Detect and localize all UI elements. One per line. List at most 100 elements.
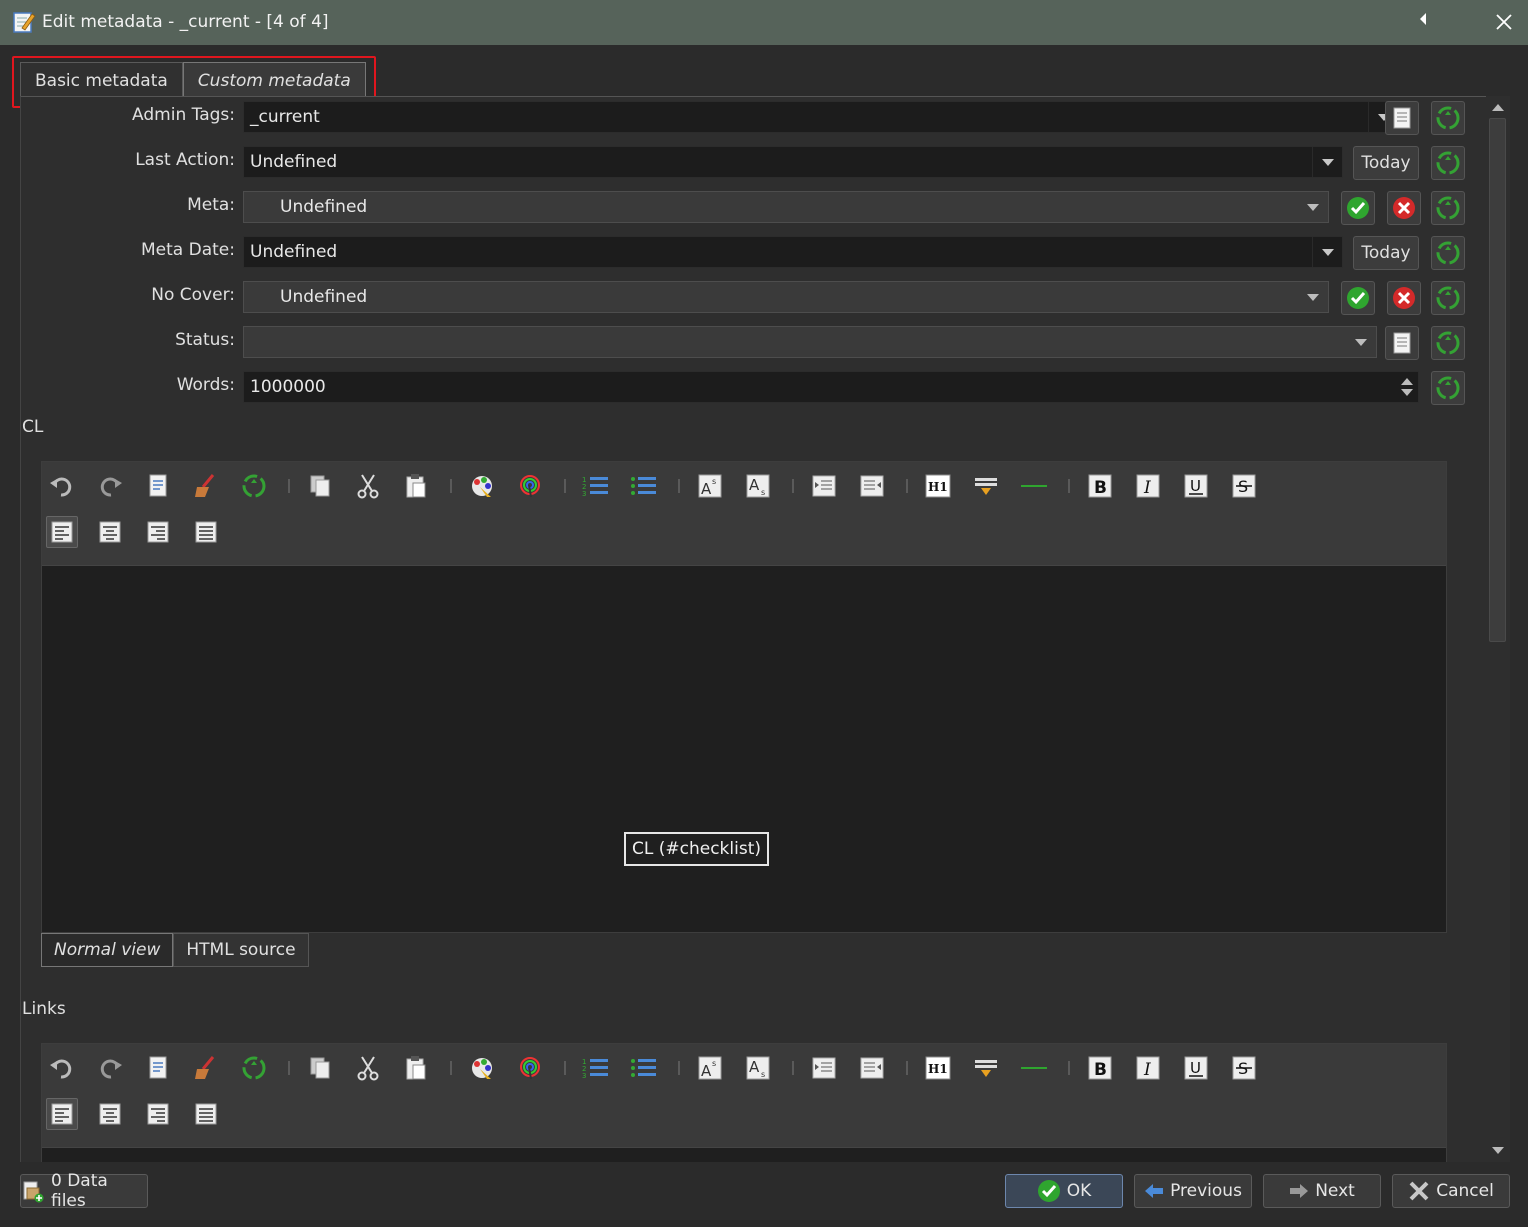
status-clear-button[interactable] <box>1431 326 1465 360</box>
tab-basic-metadata[interactable]: Basic metadata <box>20 62 183 98</box>
scroll-down-icon[interactable] <box>1492 1147 1504 1154</box>
background-color-icon[interactable] <box>514 1052 546 1084</box>
horizontal-rule-icon[interactable] <box>1018 470 1050 502</box>
indent-icon[interactable] <box>808 470 840 502</box>
italic-icon[interactable]: I <box>1132 470 1164 502</box>
insert-link-icon[interactable] <box>970 1052 1002 1084</box>
status-dropdown-icon[interactable] <box>1346 327 1376 357</box>
meta-date-calendar-dropdown-icon[interactable] <box>1312 237 1342 267</box>
meta-yes-button[interactable] <box>1341 191 1375 225</box>
bulleted-list-icon[interactable] <box>628 470 660 502</box>
redo-icon[interactable] <box>94 470 126 502</box>
data-files-button[interactable]: 0 Data files <box>20 1171 148 1211</box>
undo-icon[interactable] <box>46 1052 78 1084</box>
cancel-button[interactable]: Cancel <box>1392 1174 1510 1208</box>
paste-icon[interactable] <box>400 470 432 502</box>
subscript-icon[interactable]: As <box>742 1052 774 1084</box>
collapse-arrow-icon[interactable] <box>1418 12 1432 32</box>
tab-custom-metadata[interactable]: Custom metadata <box>182 62 366 98</box>
words-stepper-icon[interactable] <box>1396 372 1418 402</box>
recycle-icon[interactable] <box>238 470 270 502</box>
redo-icon[interactable] <box>94 1052 126 1084</box>
bold-icon[interactable]: B <box>1084 470 1116 502</box>
italic-icon[interactable]: I <box>1132 1052 1164 1084</box>
select-all-icon[interactable] <box>142 1052 174 1084</box>
meta-dropdown-icon[interactable] <box>1298 192 1328 222</box>
meta-date-clear-button[interactable] <box>1431 236 1465 270</box>
data-files-label: 0 Data files <box>51 1171 108 1211</box>
horizontal-rule-icon[interactable] <box>1018 1052 1050 1084</box>
words-clear-button[interactable] <box>1431 371 1465 405</box>
paste-icon[interactable] <box>400 1052 432 1084</box>
clear-icon[interactable] <box>190 1052 222 1084</box>
indent-icon[interactable] <box>808 1052 840 1084</box>
scroll-up-icon[interactable] <box>1492 104 1504 111</box>
last-action-calendar-dropdown-icon[interactable] <box>1312 147 1342 177</box>
copy-icon[interactable] <box>304 1052 336 1084</box>
no-cover-clear-button[interactable] <box>1431 281 1465 315</box>
meta-date-today-button[interactable]: Today <box>1353 236 1419 270</box>
status-edit-button[interactable] <box>1385 326 1419 360</box>
foreground-color-icon[interactable] <box>466 470 498 502</box>
vertical-scrollbar[interactable] <box>1486 96 1510 1162</box>
align-right-icon[interactable] <box>142 1098 174 1130</box>
no-cover-no-button[interactable] <box>1387 281 1421 315</box>
superscript-icon[interactable]: As <box>694 1052 726 1084</box>
numbered-list-icon[interactable]: 123 <box>580 470 612 502</box>
tab-normal-view[interactable]: Normal view <box>41 933 174 967</box>
tab-html-source[interactable]: HTML source <box>173 933 309 967</box>
no-cover-select[interactable]: Undefined <box>243 281 1329 313</box>
copy-icon[interactable] <box>304 470 336 502</box>
insert-link-icon[interactable] <box>970 470 1002 502</box>
meta-select[interactable]: Undefined <box>243 191 1329 223</box>
background-color-icon[interactable] <box>514 470 546 502</box>
align-center-icon[interactable] <box>94 1098 126 1130</box>
links-edit-area[interactable] <box>42 1148 1446 1162</box>
admin-tags-edit-button[interactable] <box>1385 101 1419 135</box>
last-action-today-button[interactable]: Today <box>1353 146 1419 180</box>
outdent-icon[interactable] <box>856 1052 888 1084</box>
bulleted-list-icon[interactable] <box>628 1052 660 1084</box>
align-left-icon[interactable] <box>46 1098 78 1130</box>
words-spinbox[interactable]: 1000000 <box>243 371 1419 403</box>
underline-icon[interactable]: U <box>1180 1052 1212 1084</box>
no-cover-dropdown-icon[interactable] <box>1298 282 1328 312</box>
recycle-icon[interactable] <box>238 1052 270 1084</box>
strikethrough-icon[interactable]: S <box>1228 470 1260 502</box>
next-button[interactable]: Next <box>1263 1174 1381 1208</box>
undo-icon[interactable] <box>46 470 78 502</box>
close-icon[interactable] <box>1492 8 1516 36</box>
last-action-input[interactable]: Undefined <box>243 146 1343 178</box>
align-right-icon[interactable] <box>142 516 174 548</box>
last-action-clear-button[interactable] <box>1431 146 1465 180</box>
admin-tags-input[interactable]: _current <box>243 101 1399 133</box>
previous-button[interactable]: Previous <box>1134 1174 1252 1208</box>
align-left-icon[interactable] <box>46 516 78 548</box>
meta-date-input[interactable]: Undefined <box>243 236 1343 268</box>
select-all-icon[interactable] <box>142 470 174 502</box>
no-cover-yes-button[interactable] <box>1341 281 1375 315</box>
strikethrough-icon[interactable]: S <box>1228 1052 1260 1084</box>
cl-edit-area[interactable]: CL (#checklist) <box>42 566 1446 932</box>
underline-icon[interactable]: U <box>1180 470 1212 502</box>
cut-icon[interactable] <box>352 470 384 502</box>
subscript-icon[interactable]: As <box>742 470 774 502</box>
cut-icon[interactable] <box>352 1052 384 1084</box>
numbered-list-icon[interactable]: 123 <box>580 1052 612 1084</box>
align-center-icon[interactable] <box>94 516 126 548</box>
meta-no-button[interactable] <box>1387 191 1421 225</box>
superscript-icon[interactable]: As <box>694 470 726 502</box>
ok-button[interactable]: OK <box>1005 1174 1123 1208</box>
clear-icon[interactable] <box>190 470 222 502</box>
meta-clear-button[interactable] <box>1431 191 1465 225</box>
align-justify-icon[interactable] <box>190 1098 222 1130</box>
heading-icon[interactable]: H1 <box>922 470 954 502</box>
foreground-color-icon[interactable] <box>466 1052 498 1084</box>
heading-icon[interactable]: H1 <box>922 1052 954 1084</box>
bold-icon[interactable]: B <box>1084 1052 1116 1084</box>
outdent-icon[interactable] <box>856 470 888 502</box>
align-justify-icon[interactable] <box>190 516 222 548</box>
scrollbar-thumb[interactable] <box>1489 118 1506 642</box>
admin-tags-clear-button[interactable] <box>1431 101 1465 135</box>
status-select[interactable] <box>243 326 1377 358</box>
